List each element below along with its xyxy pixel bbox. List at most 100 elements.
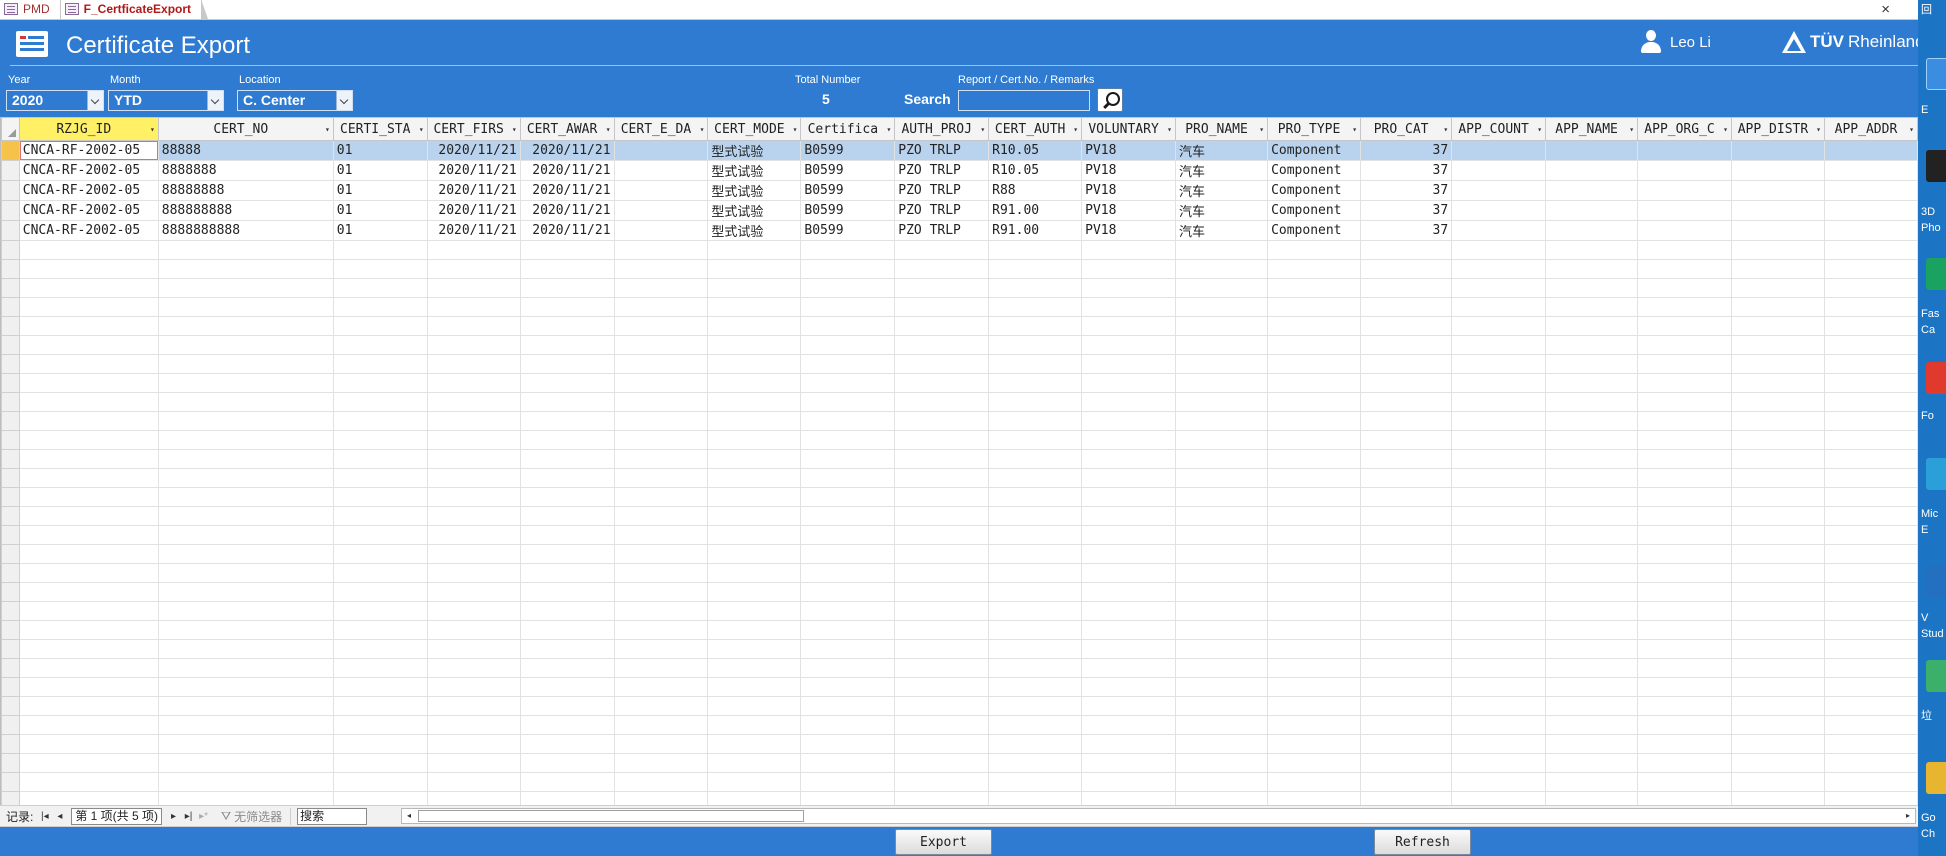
table-cell[interactable] bbox=[1451, 506, 1547, 526]
table-cell[interactable] bbox=[894, 335, 990, 355]
table-cell[interactable] bbox=[1823, 696, 1918, 716]
table-cell[interactable] bbox=[1730, 430, 1825, 450]
table-cell[interactable] bbox=[519, 620, 615, 640]
table-cell[interactable] bbox=[426, 639, 521, 659]
table-cell[interactable] bbox=[707, 601, 802, 621]
table-cell[interactable] bbox=[426, 715, 521, 735]
table-cell[interactable] bbox=[332, 392, 428, 412]
table-cell[interactable] bbox=[1637, 734, 1732, 754]
table-cell[interactable] bbox=[1360, 658, 1453, 678]
table-cell[interactable]: B0599 bbox=[800, 160, 896, 181]
empty-row[interactable] bbox=[1, 715, 1918, 735]
table-cell[interactable] bbox=[1451, 335, 1547, 355]
table-cell[interactable] bbox=[1174, 677, 1269, 697]
table-cell[interactable] bbox=[1823, 354, 1918, 374]
table-cell[interactable] bbox=[1545, 468, 1639, 488]
row-selector[interactable] bbox=[1, 200, 20, 221]
table-cell[interactable] bbox=[157, 639, 334, 659]
table-cell[interactable] bbox=[1360, 487, 1453, 507]
column-header[interactable]: APP_ADDR ▾ bbox=[1823, 117, 1918, 141]
table-cell[interactable] bbox=[1823, 734, 1918, 754]
table-cell[interactable] bbox=[1823, 715, 1918, 735]
table-cell[interactable] bbox=[519, 297, 615, 317]
table-cell[interactable]: CNCA-RF-2002-05 bbox=[18, 200, 159, 221]
table-cell[interactable] bbox=[1081, 639, 1176, 659]
table-cell[interactable] bbox=[894, 620, 990, 640]
table-cell[interactable] bbox=[332, 506, 428, 526]
row-selector[interactable] bbox=[1, 449, 20, 469]
table-cell[interactable] bbox=[1360, 601, 1453, 621]
table-cell[interactable]: B0599 bbox=[800, 140, 896, 161]
table-cell[interactable] bbox=[18, 772, 159, 792]
table-cell[interactable] bbox=[1267, 696, 1362, 716]
table-cell[interactable] bbox=[426, 373, 521, 393]
table-cell[interactable] bbox=[426, 297, 521, 317]
row-selector[interactable] bbox=[1, 544, 20, 564]
table-cell[interactable] bbox=[1545, 487, 1639, 507]
table-cell[interactable] bbox=[1267, 620, 1362, 640]
table-cell[interactable] bbox=[1823, 620, 1918, 640]
visual-studio-icon[interactable] bbox=[1926, 566, 1946, 598]
table-cell[interactable] bbox=[1637, 354, 1732, 374]
table-cell[interactable] bbox=[1730, 487, 1825, 507]
year-combobox[interactable]: 2020 bbox=[6, 90, 104, 111]
table-cell[interactable] bbox=[707, 734, 802, 754]
table-cell[interactable] bbox=[1545, 449, 1639, 469]
table-cell[interactable]: CNCA-RF-2002-05 bbox=[18, 140, 159, 161]
table-cell[interactable] bbox=[1081, 601, 1176, 621]
table-cell[interactable] bbox=[988, 392, 1083, 412]
table-cell[interactable] bbox=[1545, 297, 1639, 317]
sort-filter-icon[interactable]: ▾ bbox=[512, 125, 517, 134]
table-cell[interactable] bbox=[519, 392, 615, 412]
table-cell[interactable] bbox=[894, 658, 990, 678]
sort-filter-icon[interactable]: ▾ bbox=[1259, 125, 1264, 134]
table-cell[interactable] bbox=[1545, 160, 1639, 181]
table-cell[interactable] bbox=[426, 753, 521, 773]
table-cell[interactable]: 汽车 bbox=[1174, 220, 1269, 241]
table-cell[interactable] bbox=[157, 297, 334, 317]
empty-row[interactable] bbox=[1, 411, 1918, 431]
table-cell[interactable] bbox=[1360, 354, 1453, 374]
table-cell[interactable] bbox=[332, 278, 428, 298]
table-cell[interactable] bbox=[1545, 715, 1639, 735]
table-cell[interactable] bbox=[18, 468, 159, 488]
table-cell[interactable] bbox=[1081, 411, 1176, 431]
table-cell[interactable] bbox=[1081, 677, 1176, 697]
table-cell[interactable] bbox=[1451, 639, 1547, 659]
table-cell[interactable] bbox=[988, 544, 1083, 564]
table-cell[interactable] bbox=[1267, 373, 1362, 393]
empty-row[interactable] bbox=[1, 373, 1918, 393]
table-cell[interactable] bbox=[332, 487, 428, 507]
app-shortcut-icon[interactable] bbox=[1926, 660, 1946, 692]
table-cell[interactable] bbox=[1451, 582, 1547, 602]
table-cell[interactable] bbox=[1081, 259, 1176, 279]
table-cell[interactable] bbox=[426, 677, 521, 697]
table-cell[interactable]: 2020/11/21 bbox=[426, 160, 521, 181]
table-cell[interactable] bbox=[426, 392, 521, 412]
table-cell[interactable] bbox=[519, 430, 615, 450]
table-cell[interactable] bbox=[1823, 487, 1918, 507]
table-cell[interactable] bbox=[1823, 753, 1918, 773]
table-cell[interactable] bbox=[1081, 620, 1176, 640]
table-cell[interactable]: 型式试验 bbox=[707, 220, 802, 241]
sort-filter-icon[interactable]: ▾ bbox=[1352, 125, 1357, 134]
table-cell[interactable] bbox=[1545, 240, 1639, 260]
table-cell[interactable] bbox=[988, 696, 1083, 716]
row-selector[interactable] bbox=[1, 297, 20, 317]
table-cell[interactable] bbox=[18, 620, 159, 640]
table-cell[interactable]: 88888 bbox=[157, 140, 334, 161]
table-cell[interactable] bbox=[426, 316, 521, 336]
table-cell[interactable] bbox=[894, 715, 990, 735]
table-cell[interactable] bbox=[988, 487, 1083, 507]
table-cell[interactable]: 37 bbox=[1360, 200, 1453, 221]
table-cell[interactable] bbox=[894, 297, 990, 317]
record-search-input[interactable]: 搜索 bbox=[297, 807, 368, 825]
table-cell[interactable] bbox=[894, 373, 990, 393]
table-cell[interactable]: PV18 bbox=[1081, 140, 1176, 161]
empty-row[interactable] bbox=[1, 525, 1918, 545]
table-cell[interactable]: PV18 bbox=[1081, 220, 1176, 241]
table-cell[interactable] bbox=[332, 734, 428, 754]
app-shortcut-icon[interactable] bbox=[1926, 362, 1946, 394]
table-cell[interactable] bbox=[1545, 677, 1639, 697]
table-cell[interactable] bbox=[1360, 525, 1453, 545]
